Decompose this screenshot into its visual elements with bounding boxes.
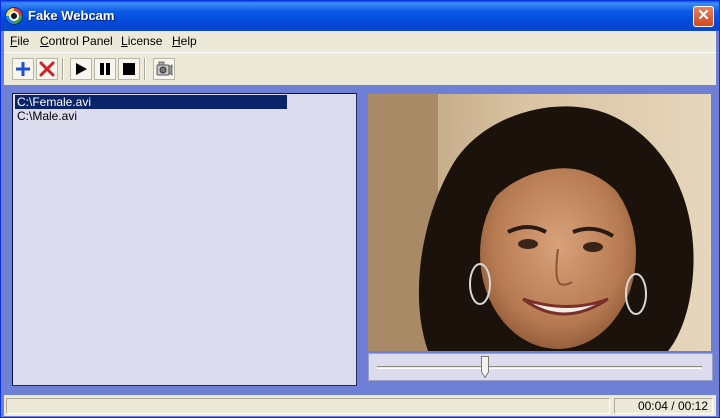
toolbar-separator — [62, 58, 64, 80]
webcam-settings-icon — [156, 61, 173, 76]
webcam-app-icon — [6, 8, 22, 24]
window-title: Fake Webcam — [28, 8, 115, 23]
remove-button[interactable] — [36, 58, 58, 80]
stop-button[interactable] — [118, 58, 140, 80]
video-preview — [368, 94, 711, 351]
video-frame — [368, 94, 711, 351]
status-text — [6, 398, 610, 414]
stop-icon — [123, 63, 135, 75]
status-bar: 00:04 / 00:12 — [4, 395, 716, 416]
app-window: Fake Webcam ✕ File Control Panel License… — [0, 0, 720, 418]
menu-file[interactable]: File — [10, 34, 29, 48]
add-button[interactable] — [12, 58, 34, 80]
play-icon — [76, 63, 87, 75]
menu-help[interactable]: Help — [172, 34, 197, 48]
toolbar — [4, 52, 716, 85]
playlist-item[interactable]: C:\Male.avi — [15, 109, 287, 123]
close-button[interactable]: ✕ — [693, 6, 714, 27]
webcam-settings-button[interactable] — [153, 58, 175, 80]
menu-license[interactable]: License — [121, 34, 162, 48]
pause-button[interactable] — [94, 58, 116, 80]
seek-track[interactable] — [377, 366, 702, 369]
status-time: 00:04 / 00:12 — [614, 398, 713, 414]
menu-bar: File Control Panel License Help — [4, 31, 716, 52]
add-icon — [16, 62, 30, 76]
remove-icon — [39, 61, 55, 77]
toolbar-separator — [144, 58, 146, 80]
main-panel: C:\Female.avi C:\Male.avi — [4, 85, 716, 395]
seek-thumb[interactable] — [481, 356, 490, 378]
seek-slider-panel — [368, 353, 713, 381]
title-bar[interactable]: Fake Webcam ✕ — [1, 1, 719, 31]
playlist-item[interactable]: C:\Female.avi — [15, 95, 287, 109]
playlist[interactable]: C:\Female.avi C:\Male.avi — [12, 93, 357, 386]
play-button[interactable] — [70, 58, 92, 80]
menu-control-panel[interactable]: Control Panel — [40, 34, 113, 48]
pause-icon — [100, 63, 110, 75]
